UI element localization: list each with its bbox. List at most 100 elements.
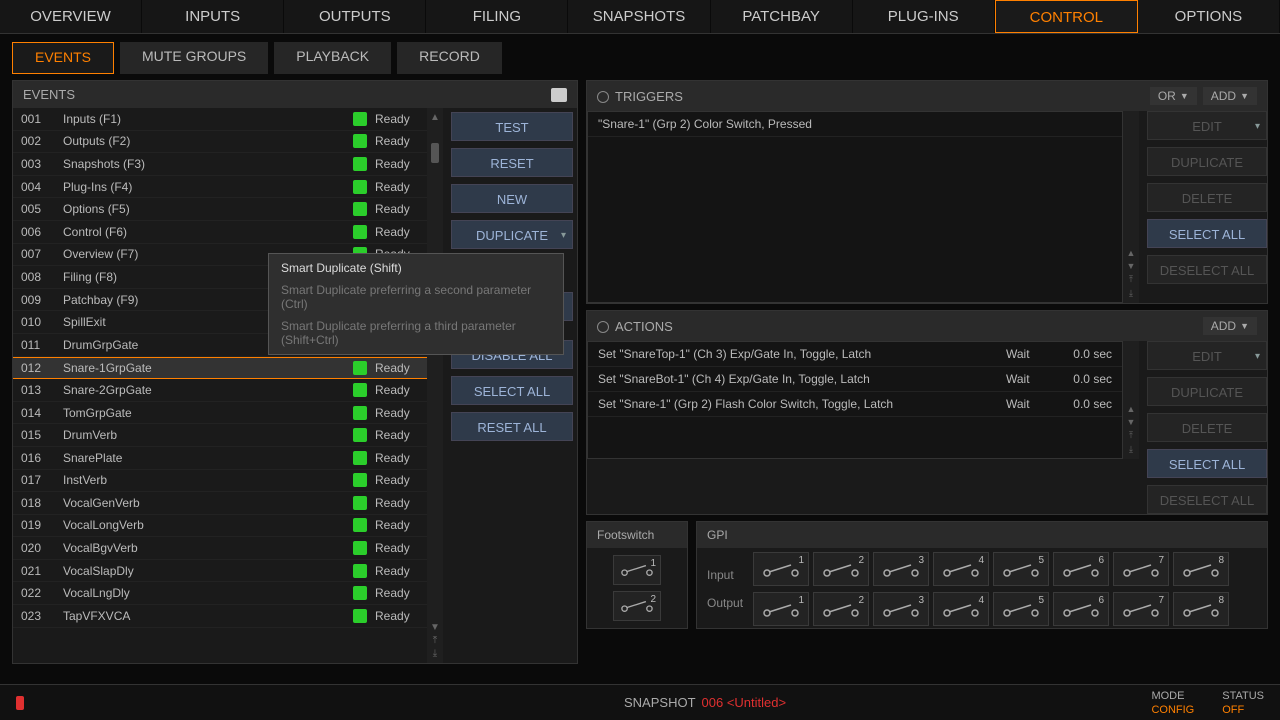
topnav-tab-snapshots[interactable]: SNAPSHOTS — [568, 0, 710, 33]
topnav-tab-control[interactable]: CONTROL — [995, 0, 1138, 33]
footswitch-2[interactable]: 2 — [613, 591, 661, 621]
event-row[interactable]: 001Inputs (F1)Ready — [13, 108, 427, 131]
folder-icon[interactable] — [551, 88, 567, 102]
event-row[interactable]: 003Snapshots (F3)Ready — [13, 153, 427, 176]
topnav-tab-outputs[interactable]: OUTPUTS — [284, 0, 426, 33]
trigger-select-all-button[interactable]: SELECT ALL — [1147, 219, 1267, 248]
event-row[interactable]: 017InstVerbReady — [13, 470, 427, 493]
snapshot-readout: SNAPSHOT006 <Untitled> — [624, 695, 786, 710]
triggers-logic-dropdown[interactable]: OR▼ — [1150, 87, 1197, 105]
status-dot — [353, 518, 367, 532]
status-dot — [353, 383, 367, 397]
gpi-input-4[interactable]: 4 — [933, 552, 989, 586]
menu-item[interactable]: Smart Duplicate (Shift) — [269, 257, 563, 279]
event-row[interactable]: 002Outputs (F2)Ready — [13, 131, 427, 154]
gpi-output-4[interactable]: 4 — [933, 592, 989, 626]
gpi-output-6[interactable]: 6 — [1053, 592, 1109, 626]
topnav-tab-overview[interactable]: OVERVIEW — [0, 0, 142, 33]
event-row[interactable]: 020VocalBgvVerbReady — [13, 537, 427, 560]
gpi-output-2[interactable]: 2 — [813, 592, 869, 626]
gpi-output-3[interactable]: 3 — [873, 592, 929, 626]
event-row[interactable]: 023TapVFXVCAReady — [13, 605, 427, 628]
subnav-tab-record[interactable]: RECORD — [397, 42, 502, 74]
topnav-tab-patchbay[interactable]: PATCHBAY — [711, 0, 853, 33]
select-all-button[interactable]: SELECT ALL — [451, 376, 573, 405]
scroll-bottom-icon[interactable]: ⤓ — [433, 648, 437, 659]
trigger-delete-button[interactable]: DELETE — [1147, 183, 1267, 212]
event-row[interactable]: 014TomGrpGateReady — [13, 402, 427, 425]
actions-add-button[interactable]: ADD▼ — [1203, 317, 1257, 335]
event-row[interactable]: 021VocalSlapDlyReady — [13, 560, 427, 583]
action-select-all-button[interactable]: SELECT ALL — [1147, 449, 1267, 478]
gpi-input-6[interactable]: 6 — [1053, 552, 1109, 586]
gpi-input-3[interactable]: 3 — [873, 552, 929, 586]
event-row[interactable]: 006Control (F6)Ready — [13, 221, 427, 244]
footer-bar: SNAPSHOT006 <Untitled> MODECONFIG STATUS… — [0, 684, 1280, 720]
event-row[interactable]: 015DrumVerbReady — [13, 424, 427, 447]
triggers-scroll[interactable]: ▲▼ ⤒⤓ — [1123, 111, 1139, 303]
gpi-output-8[interactable]: 8 — [1173, 592, 1229, 626]
event-row[interactable]: 005Options (F5)Ready — [13, 198, 427, 221]
subnav-tab-playback[interactable]: PLAYBACK — [274, 42, 391, 74]
footswitch-1[interactable]: 1 — [613, 555, 661, 585]
trigger-edit-button[interactable]: EDIT — [1147, 111, 1267, 140]
topnav-tab-inputs[interactable]: INPUTS — [142, 0, 284, 33]
power-icon[interactable] — [16, 696, 24, 710]
action-row[interactable]: Set "Snare-1" (Grp 2) Flash Color Switch… — [588, 392, 1122, 417]
events-scrollbar[interactable]: ▲ ▼ ⤒ ⤓ — [427, 108, 443, 663]
gpi-output-1[interactable]: 1 — [753, 592, 809, 626]
actions-scroll[interactable]: ▲▼ ⤒⤓ — [1123, 341, 1139, 459]
topnav-tab-filing[interactable]: FILING — [426, 0, 568, 33]
gpi-input-8[interactable]: 8 — [1173, 552, 1229, 586]
action-duplicate-button[interactable]: DUPLICATE — [1147, 377, 1267, 406]
action-delete-button[interactable]: DELETE — [1147, 413, 1267, 442]
event-row[interactable]: 016SnarePlateReady — [13, 447, 427, 470]
scroll-down-icon[interactable]: ▼ — [430, 622, 440, 633]
status-dot — [353, 361, 367, 375]
status-dot — [353, 180, 367, 194]
top-nav: OVERVIEWINPUTSOUTPUTSFILINGSNAPSHOTSPATC… — [0, 0, 1280, 34]
status-readout: STATUSOFF — [1222, 689, 1264, 717]
new-button[interactable]: NEW — [451, 184, 573, 213]
triggers-add-button[interactable]: ADD▼ — [1203, 87, 1257, 105]
action-row[interactable]: Set "SnareBot-1" (Ch 4) Exp/Gate In, Tog… — [588, 367, 1122, 392]
gpi-input-2[interactable]: 2 — [813, 552, 869, 586]
trigger-deselect-all-button[interactable]: DESELECT ALL — [1147, 255, 1267, 284]
events-panel-title: EVENTS — [23, 87, 75, 102]
reset-all-button[interactable]: RESET ALL — [451, 412, 573, 441]
subnav-tab-mute-groups[interactable]: MUTE GROUPS — [120, 42, 268, 74]
event-row[interactable]: 013Snare-2GrpGateReady — [13, 379, 427, 402]
trigger-row[interactable]: "Snare-1" (Grp 2) Color Switch, Pressed — [588, 112, 1122, 137]
gpi-output-7[interactable]: 7 — [1113, 592, 1169, 626]
action-edit-button[interactable]: EDIT — [1147, 341, 1267, 370]
event-row[interactable]: 004Plug-Ins (F4)Ready — [13, 176, 427, 199]
triggers-icon — [597, 91, 609, 103]
event-row[interactable]: 018VocalGenVerbReady — [13, 492, 427, 515]
scroll-up-icon[interactable]: ▲ — [430, 112, 440, 123]
duplicate-button[interactable]: DUPLICATE — [451, 220, 573, 249]
event-row[interactable]: 022VocalLngDlyReady — [13, 582, 427, 605]
action-deselect-all-button[interactable]: DESELECT ALL — [1147, 485, 1267, 514]
topnav-tab-plug-ins[interactable]: PLUG-INS — [853, 0, 995, 33]
action-row[interactable]: Set "SnareTop-1" (Ch 3) Exp/Gate In, Tog… — [588, 342, 1122, 367]
trigger-duplicate-button[interactable]: DUPLICATE — [1147, 147, 1267, 176]
event-row[interactable]: 019VocalLongVerbReady — [13, 515, 427, 538]
event-button-column: TEST RESET NEW DUPLICATE DELETE DISABLE … — [443, 108, 577, 663]
gpi-input-7[interactable]: 7 — [1113, 552, 1169, 586]
reset-button[interactable]: RESET — [451, 148, 573, 177]
topnav-tab-options[interactable]: OPTIONS — [1138, 0, 1280, 33]
event-row[interactable]: 012Snare-1GrpGateReady — [13, 357, 427, 380]
scroll-top-icon[interactable]: ⤒ — [433, 635, 437, 646]
subnav-tab-events[interactable]: EVENTS — [12, 42, 114, 74]
triggers-list: "Snare-1" (Grp 2) Color Switch, Pressed — [587, 111, 1123, 303]
menu-item: Smart Duplicate preferring a third param… — [269, 315, 563, 351]
gpi-output-5[interactable]: 5 — [993, 592, 1049, 626]
actions-icon — [597, 321, 609, 333]
gpi-title: GPI — [697, 522, 1267, 548]
status-dot — [353, 586, 367, 600]
gpi-input-5[interactable]: 5 — [993, 552, 1049, 586]
gpi-input-1[interactable]: 1 — [753, 552, 809, 586]
scroll-thumb[interactable] — [431, 143, 439, 163]
status-dot — [353, 112, 367, 126]
test-button[interactable]: TEST — [451, 112, 573, 141]
